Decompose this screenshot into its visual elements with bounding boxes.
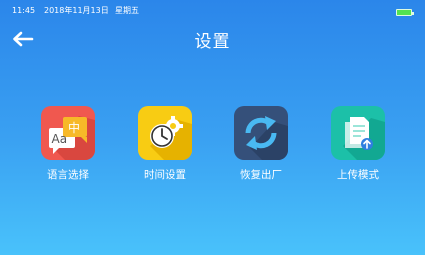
tile-label: 时间设置 bbox=[144, 169, 186, 181]
language-glyph-en: Aa bbox=[52, 132, 68, 146]
battery-level bbox=[397, 10, 411, 15]
tile-label: 恢复出厂 bbox=[240, 169, 282, 181]
battery-icon bbox=[396, 9, 414, 16]
tile-label: 语言选择 bbox=[47, 169, 89, 181]
tile-factory-reset[interactable]: 恢复出厂 bbox=[221, 106, 301, 186]
language-glyph-cn: 中 bbox=[68, 120, 80, 135]
language-icon: Aa 中 bbox=[41, 106, 95, 160]
upload-document-icon bbox=[331, 106, 385, 160]
settings-screen: 11:45 2018年11月13日 星期五 设置 Aa 中 语言选择 时间设置 … bbox=[0, 0, 425, 255]
status-weekday: 星期五 bbox=[115, 6, 139, 15]
tile-label: 上传模式 bbox=[337, 169, 379, 181]
tile-language[interactable]: Aa 中 语言选择 bbox=[28, 106, 108, 186]
status-time: 11:45 bbox=[12, 6, 36, 15]
page-title: 设置 bbox=[194, 32, 231, 52]
clock-gear-icon bbox=[138, 106, 192, 160]
tile-upload-mode[interactable]: 上传模式 bbox=[318, 106, 398, 186]
refresh-icon bbox=[234, 106, 288, 160]
status-bar: 11:45 2018年11月13日 星期五 bbox=[0, 0, 425, 22]
tile-time[interactable]: 时间设置 bbox=[125, 106, 205, 186]
status-date: 2018年11月13日 bbox=[44, 6, 109, 15]
